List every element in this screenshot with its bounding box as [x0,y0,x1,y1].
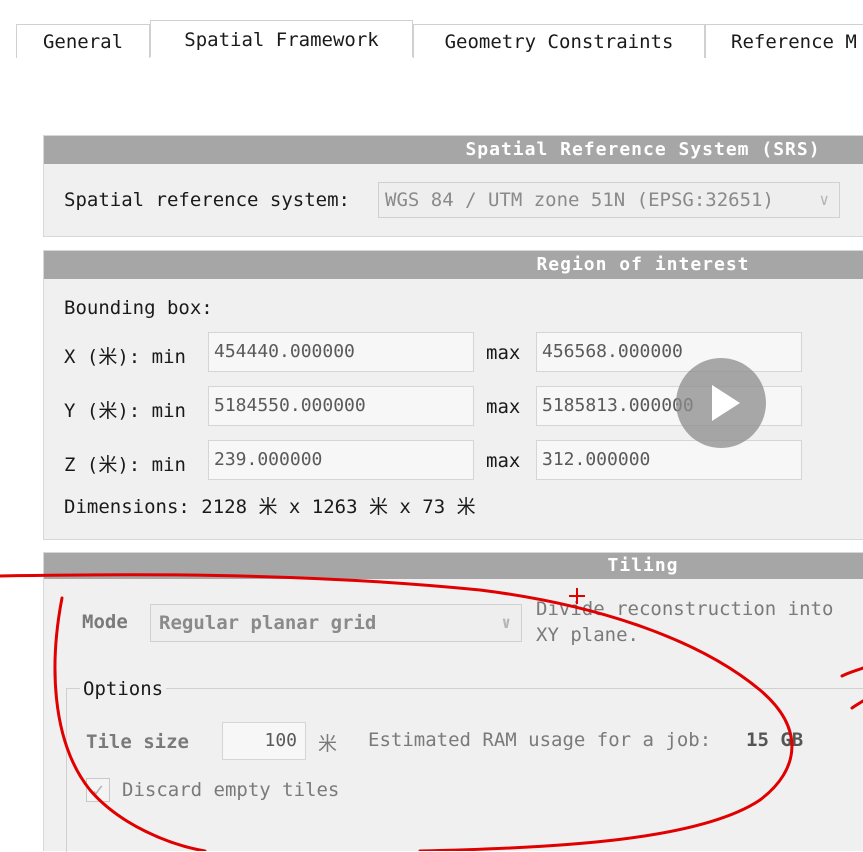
mode-description-line2: XY plane. [536,624,639,646]
srs-header: Spatial Reference System (SRS) [44,136,863,164]
options-label: Options [80,678,167,700]
z-max-label: max [486,450,521,472]
mode-description-line1: Divide reconstruction into [536,598,834,620]
dimensions-text: Dimensions: 2128 米 x 1263 米 x 73 米 [64,496,476,518]
y-min-field[interactable]: 5184550.000000 [208,386,474,426]
tab-bar: General Spatial Framework Geometry Const… [0,0,863,60]
y-max-label: max [486,396,521,418]
mode-dropdown[interactable]: Regular planar grid ∨ [150,604,522,642]
options-frame [66,688,863,852]
z-min-field[interactable]: 239.000000 [208,440,474,480]
srs-dropdown-value: WGS 84 / UTM zone 51N (EPSG:32651) [385,189,774,211]
discard-empty-tiles-checkbox[interactable]: ✓ [86,778,110,802]
tab-general[interactable]: General [16,24,150,58]
mode-dropdown-value: Regular planar grid [159,612,377,634]
tile-size-label: Tile size [86,731,189,753]
bounding-box-label: Bounding box: [64,297,213,319]
srs-dropdown[interactable]: WGS 84 / UTM zone 51N (EPSG:32651) ∨ [378,182,840,218]
tile-size-field[interactable]: 100 [222,722,306,760]
chevron-down-icon: ∨ [819,190,829,209]
tab-reference[interactable]: Reference M [705,24,863,58]
play-icon[interactable] [676,358,766,448]
tab-geometry-constraints[interactable]: Geometry Constraints [413,24,705,58]
chevron-down-icon: ∨ [501,613,511,632]
tab-spatial-framework[interactable]: Spatial Framework [150,20,413,57]
tile-size-unit: 米 [318,733,338,755]
srs-label: Spatial reference system: [64,189,350,211]
check-icon: ✓ [91,778,105,802]
x-max-field[interactable]: 456568.000000 [536,332,802,372]
ram-usage-value: 15 GB [746,729,804,751]
z-max-field[interactable]: 312.000000 [536,440,802,480]
ram-usage-label: Estimated RAM usage for a job: [368,729,712,751]
z-axis-label: Z (米): min [64,454,186,476]
discard-empty-tiles-label: Discard empty tiles [122,779,340,801]
x-min-field[interactable]: 454440.000000 [208,332,474,372]
roi-header: Region of interest [44,251,863,279]
x-axis-label: X (米): min [64,346,186,368]
x-max-label: max [486,342,521,364]
y-axis-label: Y (米): min [64,400,186,422]
mode-label: Mode [82,611,128,633]
tiling-header: Tiling [44,553,863,579]
